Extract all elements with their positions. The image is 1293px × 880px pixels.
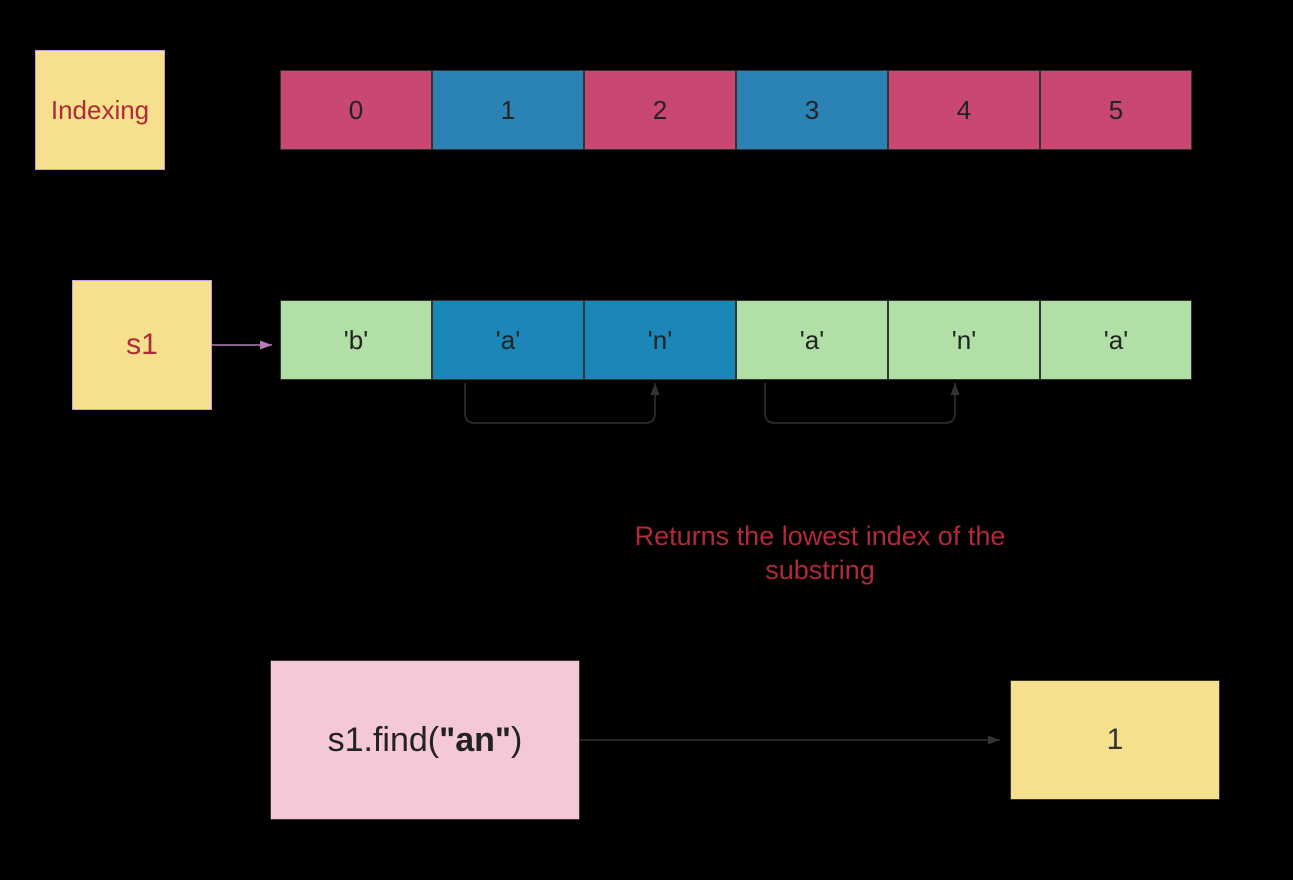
find-expression: s1.find("an") [270,660,580,820]
char-row: 'b' 'a' 'n' 'a' 'n' 'a' [280,300,1192,380]
char-cell-2: 'n' [584,300,736,380]
find-suffix: ) [511,721,522,759]
index-cell-2: 2 [584,70,736,150]
result-box: 1 [1010,680,1220,800]
arrow-find-to-result [580,730,1010,750]
caption-line2: substring [765,555,875,585]
char-cell-3: 'a' [736,300,888,380]
char-cell-1: 'a' [432,300,584,380]
char-cell-5: 'a' [1040,300,1192,380]
char-cell-4: 'n' [888,300,1040,380]
arrow-s1-to-chars [212,335,282,355]
find-prefix: s1.find( [328,721,440,759]
bracket-an-2 [755,378,975,438]
indexing-label: Indexing [35,50,165,170]
index-cell-5: 5 [1040,70,1192,150]
index-cell-1: 1 [432,70,584,150]
index-cell-4: 4 [888,70,1040,150]
index-row: 0 1 2 3 4 5 [280,70,1192,150]
index-cell-3: 3 [736,70,888,150]
find-arg: "an" [439,721,511,759]
caption-line1: Returns the lowest index of the [635,521,1006,551]
s1-label: s1 [72,280,212,410]
caption-text: Returns the lowest index of the substrin… [600,520,1040,588]
index-cell-0: 0 [280,70,432,150]
char-cell-0: 'b' [280,300,432,380]
bracket-an-1 [455,378,675,438]
